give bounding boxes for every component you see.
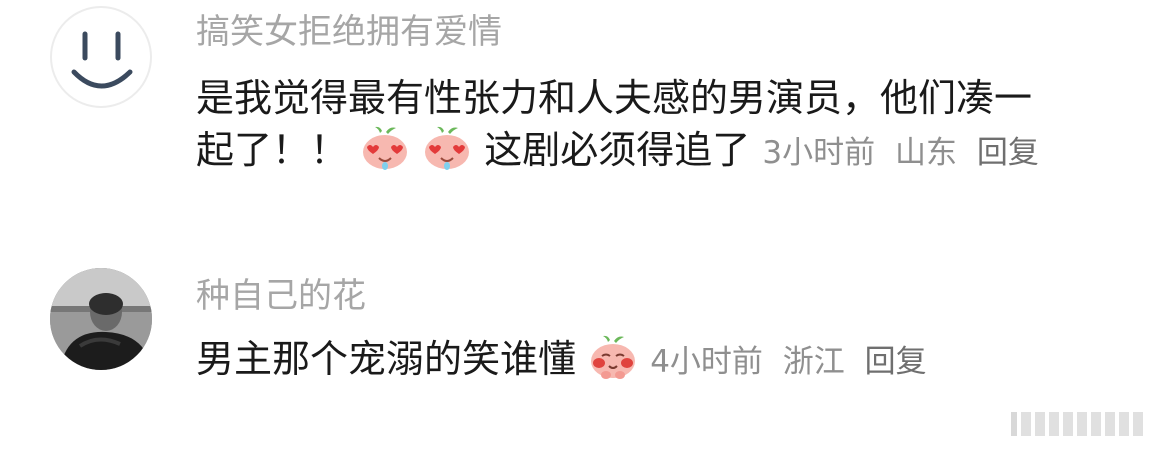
comment-time: 4小时前 — [650, 344, 763, 380]
comment-location: 浙江 — [782, 344, 845, 380]
comment-username[interactable]: 种自己的花 — [196, 276, 366, 316]
comment-text-line-1: 是我觉得最有性张力和人夫感的男演员，他们凑一 — [196, 76, 1033, 120]
comment-text: 男主那个宠溺的笑谁懂 4小时前 浙江 回复 — [196, 333, 1126, 388]
comment-text-line-2: 起了！！ 这剧必须得追了 3小时前 山东 回复 — [196, 124, 1126, 179]
comment-text-line-1: 男主那个宠溺的笑谁懂 4小时前 浙江 回复 — [196, 333, 1126, 388]
smiley-face-icon — [71, 31, 133, 89]
comment-meta: 3小时前 山东 回复 — [762, 135, 1048, 171]
watermark-logo — [1011, 412, 1143, 436]
user-photo-avatar — [50, 268, 152, 370]
comment-section: { "comments": [ { "username": "搞笑女拒绝拥有爱情… — [0, 0, 1159, 453]
comment-meta: 4小时前 浙江 回复 — [650, 344, 936, 380]
user-avatar[interactable] — [50, 268, 152, 370]
comment-text: 是我觉得最有性张力和人夫感的男演员，他们凑一 起了！！ 这剧必须得追了 3小时前… — [196, 72, 1126, 179]
user-avatar[interactable] — [50, 6, 152, 108]
comment-location: 山东 — [895, 135, 957, 171]
comment-text-end: 这剧必须得追了 — [484, 128, 751, 172]
blushing-peach-emoji — [591, 335, 636, 379]
heart-eyes-peach-emoji — [425, 126, 470, 170]
heart-eyes-peach-emoji — [363, 126, 408, 170]
comment-username[interactable]: 搞笑女拒绝拥有爱情 — [196, 12, 502, 52]
reply-button[interactable]: 回复 — [977, 135, 1039, 171]
comment-text-start: 男主那个宠溺的笑谁懂 — [196, 337, 577, 381]
comment-text-start: 起了！！ — [196, 128, 349, 172]
reply-button[interactable]: 回复 — [865, 344, 927, 380]
comment-time: 3小时前 — [762, 135, 876, 171]
